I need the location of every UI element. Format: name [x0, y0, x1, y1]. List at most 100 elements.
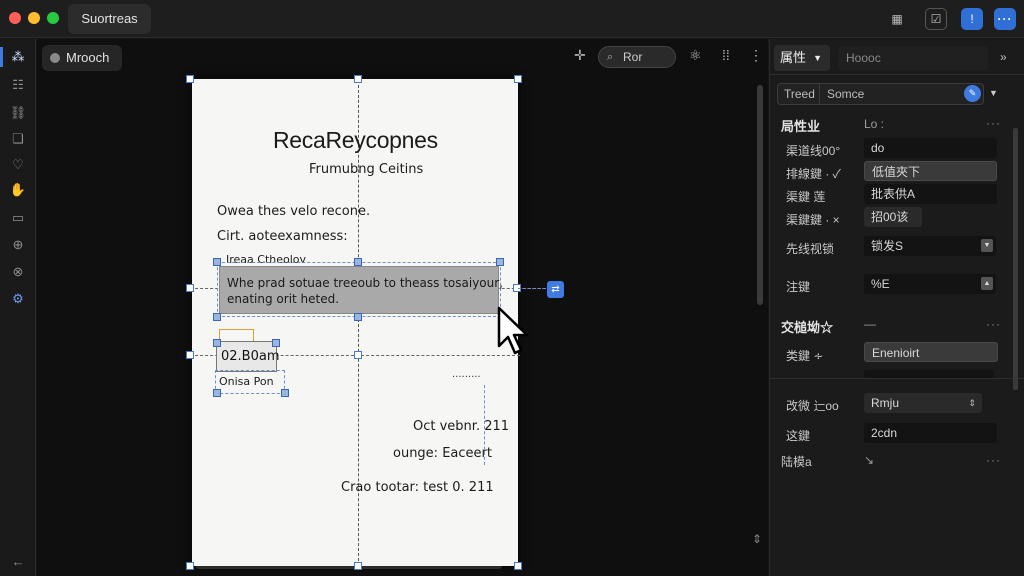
- layers-icon[interactable]: ❏: [8, 129, 28, 149]
- anchor-link-icon[interactable]: ⇄: [547, 281, 564, 298]
- overflow-icon[interactable]: ⋮: [749, 47, 763, 64]
- document-line: Owea thes velo recone.: [217, 204, 371, 219]
- tab-properties[interactable]: 属性 ▼: [774, 45, 830, 71]
- checklist-icon[interactable]: ☑: [925, 8, 947, 30]
- option-handle-sw[interactable]: [213, 389, 221, 397]
- time-field[interactable]: 02.B0am: [216, 341, 280, 372]
- highlighted-text-block[interactable]: Whe prad sotuae treeoub to theass tosaiy…: [219, 266, 503, 314]
- resize-handle-se[interactable]: [514, 562, 522, 570]
- property-field[interactable]: 招00该: [864, 207, 922, 227]
- chevron-down-icon: ▼: [981, 239, 993, 252]
- document-line: Cirt. aoteexamness:: [217, 229, 348, 244]
- property-select[interactable]: %E ▲: [864, 274, 996, 294]
- property-field[interactable]: 低值夾下: [864, 161, 997, 181]
- layout-icon[interactable]: ▦: [886, 8, 908, 30]
- property-field-partial[interactable]: [864, 370, 994, 378]
- resize-handle-sw[interactable]: [186, 562, 194, 570]
- layer-name: Mrooch: [66, 50, 110, 65]
- chevron-down-icon[interactable]: ▼: [989, 88, 998, 98]
- chevron-down-icon: ▲: [981, 277, 993, 290]
- chevron-updown-icon: ⇕: [968, 398, 976, 408]
- window-title-tab[interactable]: Suortreas: [68, 4, 151, 34]
- panel-scrollbar[interactable]: [1013, 128, 1018, 390]
- type-info-icon[interactable]: ✎: [964, 85, 981, 102]
- property-field[interactable]: do: [864, 138, 997, 158]
- nodes-icon[interactable]: ⚛: [689, 47, 702, 64]
- document-subtitle: Frumubng Ceitins: [309, 162, 424, 177]
- chevron-down-icon: ▼: [813, 53, 822, 63]
- resize-handle-ne[interactable]: [514, 75, 522, 83]
- more-options-button[interactable]: ···: [994, 8, 1016, 30]
- resize-handle-w2[interactable]: [186, 351, 194, 359]
- select-label: 先线视锁: [786, 242, 835, 256]
- list-icon[interactable]: ☷: [8, 75, 28, 95]
- link-icon[interactable]: ⛓: [8, 103, 28, 123]
- collapse-panel-icon[interactable]: »: [1000, 50, 1007, 64]
- section-more-icon[interactable]: ···: [986, 317, 1001, 331]
- property-field[interactable]: 批表供A: [864, 184, 997, 204]
- selection-handle-ne[interactable]: [496, 258, 504, 266]
- select-value: %E: [871, 277, 890, 291]
- anchor-connector: [518, 288, 546, 289]
- document-footer-line: Crao tootar: test 0. 211: [341, 480, 494, 495]
- resize-handle-n[interactable]: [354, 75, 362, 83]
- tool-rail: ⁂ ☷ ⛓ ❏ ♡ ✋ ▭ ⊕ ⊗ ⚙ ←: [0, 39, 36, 576]
- document-ounge-line: ounge: Eaceert: [393, 446, 492, 461]
- resize-handle-center[interactable]: [354, 351, 362, 359]
- hand-icon[interactable]: ✋: [8, 180, 28, 200]
- active-tool-indicator: [0, 47, 3, 67]
- canvas-vertical-scrollbar[interactable]: [757, 85, 763, 305]
- close-window-button[interactable]: [9, 12, 21, 24]
- minimize-window-button[interactable]: [28, 12, 40, 24]
- add-icon[interactable]: ✛: [574, 47, 586, 64]
- highlight-line: enating orit heted.: [227, 292, 340, 306]
- field-handle-nw[interactable]: [213, 339, 221, 347]
- ai-icon[interactable]: ⚙: [8, 289, 28, 309]
- property-field[interactable]: 2cdn: [864, 423, 997, 443]
- selection-handle-n[interactable]: [354, 258, 362, 266]
- property-select[interactable]: Rmju ⇕: [864, 393, 982, 413]
- resize-handle-s[interactable]: [354, 562, 362, 570]
- zoom-stepper-icon[interactable]: ⇕: [752, 532, 762, 546]
- property-label: 改微 辷oo: [786, 399, 839, 413]
- grid-icon[interactable]: ⁂: [8, 47, 28, 67]
- document-title: RecaReycopnes: [273, 127, 438, 153]
- resize-handle-w[interactable]: [186, 284, 194, 292]
- selection-handle-nw[interactable]: [213, 258, 221, 266]
- type-left-label: Treed: [784, 87, 815, 101]
- property-value: ↘: [864, 453, 875, 467]
- type-right-label: Somce: [827, 87, 865, 101]
- page-icon[interactable]: ▭: [8, 208, 28, 228]
- back-arrow-icon[interactable]: ←: [8, 551, 28, 571]
- section-more-icon[interactable]: ···: [986, 116, 1001, 130]
- lasso-icon[interactable]: ♡: [8, 155, 28, 175]
- property-label: 渠道线00°: [786, 144, 841, 158]
- panel-search-input[interactable]: Hoooc: [838, 46, 988, 70]
- property-select[interactable]: 锁发S ▼: [864, 236, 996, 256]
- type-separator: [819, 84, 820, 104]
- section-title: 交槌坳☆: [781, 320, 834, 335]
- columns-icon[interactable]: ⁞⁞: [722, 47, 730, 63]
- option-handle-se[interactable]: [281, 389, 289, 397]
- section-more-icon[interactable]: ···: [986, 453, 1001, 467]
- property-field[interactable]: Enenioirt: [864, 342, 998, 362]
- select-label: 注键: [786, 280, 811, 294]
- tab-properties-label: 属性: [780, 50, 807, 65]
- zoom-window-button[interactable]: [47, 12, 59, 24]
- panel-divider: [770, 74, 1024, 75]
- download-icon[interactable]: ⊕: [8, 235, 28, 255]
- type-selector[interactable]: Treed Somce ✎: [777, 83, 984, 105]
- layer-chip[interactable]: Mrooch: [42, 45, 122, 71]
- highlight-line: Whe prad sotuae treeoub to theass tosaiy…: [227, 276, 503, 290]
- select-value: Rmju: [871, 396, 900, 410]
- globe-icon[interactable]: ⊗: [8, 262, 28, 282]
- option-field[interactable]: Onisa Pon: [219, 375, 274, 388]
- selection-handle-s[interactable]: [354, 313, 362, 321]
- section-title: 局性业: [781, 119, 821, 134]
- selection-handle-sw[interactable]: [213, 313, 221, 321]
- field-handle-ne[interactable]: [272, 339, 280, 347]
- alert-icon[interactable]: !: [961, 8, 983, 30]
- resize-handle-nw[interactable]: [186, 75, 194, 83]
- select-value: 锁发S: [871, 239, 904, 253]
- canvas-search[interactable]: ⌕ Ror: [598, 46, 676, 68]
